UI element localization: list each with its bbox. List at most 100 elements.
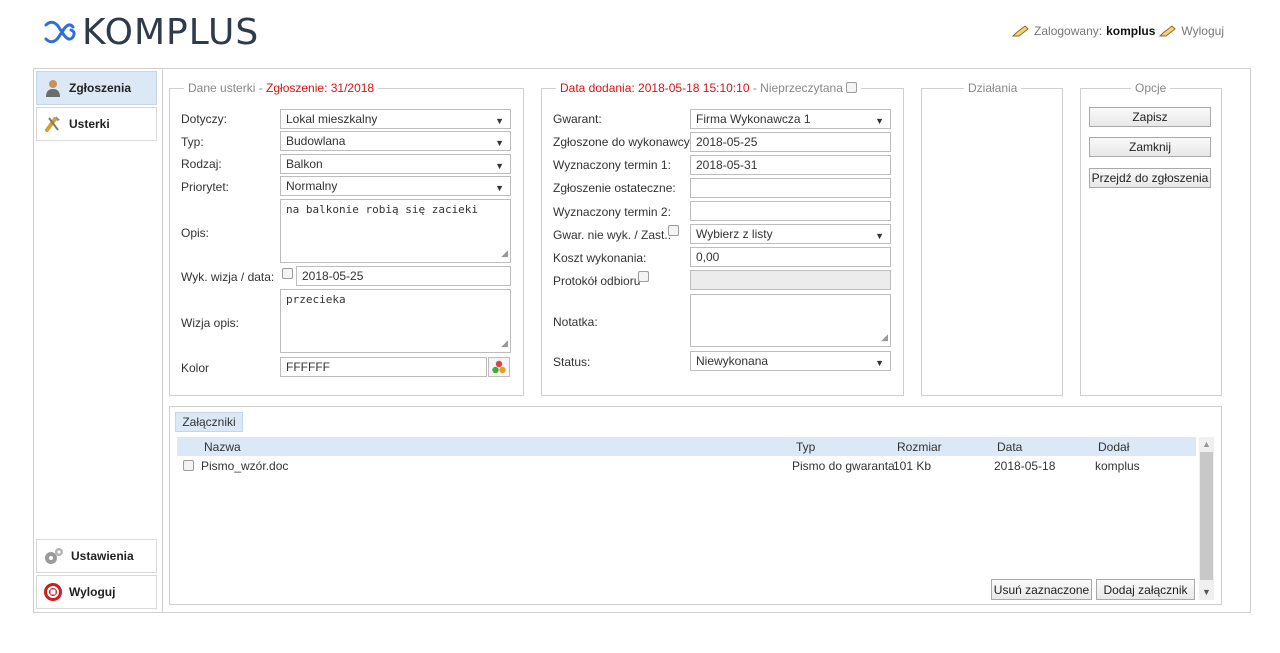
chevron-down-icon: ▼	[495, 161, 504, 171]
user-icon	[46, 80, 60, 97]
logo-text: KOMPLUS	[82, 11, 260, 53]
opis-label: Opis:	[181, 226, 210, 240]
chevron-down-icon: ▼	[495, 183, 504, 193]
dates-legend: Data dodania: 2018-05-18 15:10:10 - Niep…	[556, 81, 862, 95]
column-header-added-by[interactable]: Dodał	[1098, 440, 1129, 454]
user-bar: Zalogowany: komplus Wyloguj	[1012, 24, 1224, 38]
notatka-label: Notatka:	[553, 315, 598, 329]
kolor-input[interactable]: FFFFFF	[280, 357, 487, 377]
wizja-label: Wyk. wizja / data:	[181, 270, 275, 284]
color-picker-button[interactable]	[488, 357, 510, 377]
row-checkbox[interactable]	[183, 460, 194, 471]
tools-icon	[45, 116, 60, 132]
protokol-checkbox[interactable]	[638, 271, 649, 282]
rodzaj-select[interactable]: Balkon ▼	[280, 154, 511, 174]
priorytet-label: Priorytet:	[181, 180, 230, 194]
pencil-icon	[1159, 25, 1177, 37]
chevron-down-icon: ▼	[875, 358, 884, 368]
termin2-input[interactable]	[690, 201, 891, 221]
column-header-size[interactable]: Rozmiar	[897, 440, 942, 454]
divider	[162, 68, 163, 613]
scroll-down-icon[interactable]: ▼	[1202, 587, 1211, 597]
attachment-added-by: komplus	[1095, 459, 1140, 473]
notatka-textarea[interactable]: ◢	[690, 294, 891, 347]
resize-grip-icon: ◢	[501, 249, 508, 259]
zgloszone-label: Zgłoszone do wykonawcy:	[553, 135, 694, 149]
column-header-name[interactable]: Nazwa	[204, 440, 241, 454]
gwarant-label: Gwarant:	[553, 112, 602, 126]
priorytet-select[interactable]: Normalny ▼	[280, 176, 511, 196]
sidebar-item-ustawienia[interactable]: Ustawienia	[36, 539, 157, 573]
power-icon	[44, 583, 62, 601]
gwarant-select[interactable]: Firma Wykonawcza 1 ▼	[690, 109, 891, 129]
logout-link[interactable]: Wyloguj	[1181, 24, 1224, 38]
chevron-down-icon: ▼	[875, 116, 884, 126]
logged-label: Zalogowany:	[1034, 24, 1103, 38]
dotyczy-select[interactable]: Lokal mieszkalny ▼	[280, 109, 511, 129]
close-button[interactable]: Zamknij	[1089, 137, 1211, 157]
status-select[interactable]: Niewykonana ▼	[690, 351, 891, 371]
sidebar-item-usterki[interactable]: Usterki	[36, 107, 157, 141]
save-button[interactable]: Zapisz	[1089, 107, 1211, 127]
chevron-down-icon: ▼	[875, 231, 884, 241]
protokol-label: Protokół odbioru	[553, 274, 641, 288]
wizja-opis-label: Wizja opis:	[181, 316, 240, 330]
gwar-label: Gwar. nie wyk. / Zast.:	[553, 228, 672, 242]
sidebar-item-label: Ustawienia	[71, 549, 134, 563]
dotyczy-label: Dotyczy:	[181, 112, 228, 126]
resize-grip-icon: ◢	[501, 339, 508, 349]
sidebar: Zgłoszenia Usterki Ustawienia Wyloguj	[36, 71, 157, 610]
palette-icon	[492, 360, 506, 374]
unread-checkbox[interactable]	[846, 82, 858, 93]
termin1-label: Wyznaczony termin 1:	[553, 158, 671, 172]
gwar-select[interactable]: Wybierz z listy ▼	[690, 224, 891, 244]
scrollbar-thumb[interactable]	[1200, 452, 1213, 580]
attachment-size: 101 Kb	[893, 459, 932, 473]
goto-report-button[interactable]: Przejdź do zgłoszenia	[1089, 168, 1211, 188]
attachment-date: 2018-05-18	[994, 459, 1056, 473]
actions-fieldset: Działania	[921, 81, 1063, 396]
defect-legend: Dane usterki - Zgłoszenie: 31/2018	[184, 81, 379, 95]
status-label: Status:	[553, 355, 591, 369]
gwar-checkbox[interactable]	[668, 225, 679, 236]
koszt-label: Koszt wykonania:	[553, 251, 647, 265]
actions-legend: Działania	[964, 81, 1022, 95]
termin1-input[interactable]: 2018-05-31	[690, 155, 891, 175]
typ-select[interactable]: Budowlana ▼	[280, 131, 511, 151]
attachments-panel	[169, 406, 1222, 605]
logo: KOMPLUS	[42, 11, 260, 53]
opis-textarea[interactable]: na balkonie robią się zacieki ◢	[280, 199, 511, 263]
chevron-down-icon: ▼	[495, 138, 504, 148]
sidebar-item-label: Zgłoszenia	[69, 81, 132, 95]
gears-icon	[45, 548, 63, 564]
tab-attachments[interactable]: Załączniki	[175, 412, 243, 432]
wizja-opis-textarea[interactable]: przecieka ◢	[280, 289, 511, 353]
pencil-icon	[1012, 25, 1029, 37]
kolor-label: Kolor	[181, 361, 210, 375]
ostateczne-input[interactable]	[690, 178, 891, 198]
typ-label: Typ:	[181, 135, 204, 149]
options-fieldset: Opcje	[1080, 81, 1222, 396]
add-attachment-button[interactable]: Dodaj załącznik	[1096, 579, 1195, 600]
column-header-type[interactable]: Typ	[796, 440, 815, 454]
sidebar-item-zgloszenia[interactable]: Zgłoszenia	[36, 71, 157, 105]
sidebar-item-label: Usterki	[69, 117, 110, 131]
options-legend: Opcje	[1131, 81, 1171, 95]
chevron-down-icon: ▼	[495, 116, 504, 126]
delete-selected-button[interactable]: Usuń zaznaczone	[991, 579, 1092, 600]
rodzaj-label: Rodzaj:	[181, 157, 222, 171]
zgloszone-input[interactable]: 2018-05-25	[690, 132, 891, 152]
koszt-input[interactable]: 0,00	[690, 247, 891, 267]
attachment-type: Pismo do gwaranta	[792, 459, 895, 473]
scroll-up-icon[interactable]: ▲	[1202, 439, 1211, 449]
sidebar-item-label: Wyloguj	[69, 585, 116, 599]
wizja-checkbox[interactable]	[282, 268, 293, 279]
termin2-label: Wyznaczony termin 2:	[553, 205, 671, 219]
attachment-name[interactable]: Pismo_wzór.doc	[201, 459, 288, 473]
protokol-input	[690, 270, 891, 290]
column-header-date[interactable]: Data	[997, 440, 1022, 454]
wizja-date-input[interactable]: 2018-05-25	[296, 266, 511, 286]
username: komplus	[1106, 24, 1156, 38]
sidebar-item-wyloguj[interactable]: Wyloguj	[36, 575, 157, 609]
ostateczne-label: Zgłoszenie ostateczne:	[553, 181, 676, 195]
